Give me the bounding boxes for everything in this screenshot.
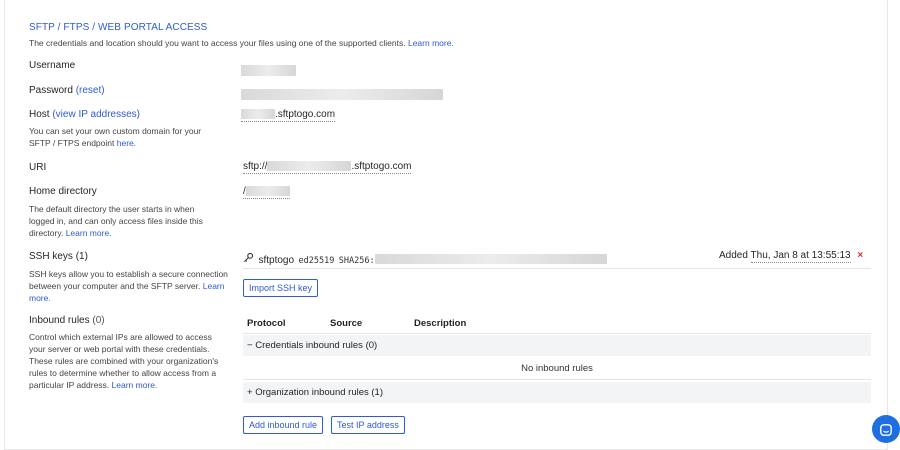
- inbound-rules-label: Inbound rules (0): [29, 315, 105, 326]
- username-label: Username: [29, 60, 76, 71]
- section-title: SFTP / FTPS / WEB PORTAL ACCESS: [29, 22, 208, 33]
- password-label: Password (reset): [29, 85, 105, 96]
- chat-icon: [880, 423, 892, 441]
- ssh-key-type: ed25519: [298, 256, 335, 267]
- home-directory-help: The default directory the user starts in…: [29, 204, 203, 238]
- ssh-key-fingerprint-prefix: SHA256:: [338, 256, 375, 267]
- import-ssh-key-button[interactable]: Import SSH key: [243, 279, 319, 297]
- no-inbound-rules: No inbound rules: [243, 359, 871, 379]
- password-redacted: [241, 89, 443, 101]
- home-redacted: [245, 186, 290, 197]
- host-label: Host (view IP addresses): [29, 109, 140, 120]
- column-description: Description: [414, 318, 467, 329]
- column-source: Source: [330, 318, 363, 329]
- inbound-rules-help: Control which external IPs are allowed t…: [29, 332, 219, 390]
- password-reset-link[interactable]: (reset): [76, 85, 105, 96]
- collapse-icon: −: [247, 340, 253, 351]
- add-inbound-rule-button[interactable]: Add inbound rule: [243, 416, 324, 434]
- ssh-key-name: sftptogo: [258, 255, 295, 267]
- ssh-key-row: sftptogo ed25519 SHA256:: [243, 250, 607, 268]
- home-learn-more-link[interactable]: Learn more.: [66, 228, 112, 238]
- column-protocol: Protocol: [247, 318, 286, 329]
- ssh-key-added: Added Thu, Jan 8 at 13:55:13 ×: [719, 250, 864, 263]
- uri-value[interactable]: sftp://.sftptogo.com: [243, 161, 412, 174]
- uri-label: URI: [29, 162, 47, 173]
- chat-launcher-button[interactable]: [872, 415, 900, 443]
- host-help: You can set your own custom domain for y…: [29, 126, 202, 148]
- ssh-key-fingerprint-redacted: [374, 254, 607, 264]
- ssh-keys-label: SSH keys (1): [29, 251, 88, 262]
- rules-divider: [243, 379, 871, 380]
- test-ip-address-button[interactable]: Test IP address: [331, 416, 405, 434]
- expand-icon: +: [247, 387, 253, 398]
- ssh-divider: [243, 268, 871, 269]
- uri-redacted: [267, 161, 352, 172]
- password-value[interactable]: [241, 86, 443, 104]
- view-ip-addresses-link[interactable]: (view IP addresses): [52, 109, 140, 120]
- host-value[interactable]: .sftptogo.com: [241, 109, 336, 122]
- table-header-divider: [243, 333, 871, 334]
- organization-rules-group-label[interactable]: + Organization inbound rules (1): [247, 387, 383, 398]
- home-directory-value[interactable]: /: [243, 186, 290, 199]
- home-directory-label: Home directory: [29, 186, 97, 197]
- ssh-keys-help: SSH keys allow you to establish a secure…: [29, 269, 228, 303]
- ssh-key-added-date: Thu, Jan 8 at 13:55:13: [750, 250, 851, 263]
- section-learn-more-link[interactable]: Learn more.: [408, 38, 454, 48]
- inbound-learn-more-link[interactable]: Learn more.: [112, 380, 158, 390]
- key-icon: [243, 250, 254, 268]
- section-description: The credentials and location should you …: [29, 38, 454, 48]
- username-value[interactable]: [241, 62, 296, 80]
- delete-ssh-key-icon[interactable]: ×: [857, 250, 863, 261]
- credentials-rules-group-label[interactable]: − Credentials inbound rules (0): [247, 340, 377, 351]
- custom-domain-link[interactable]: here.: [117, 138, 136, 148]
- username-redacted: [241, 65, 296, 77]
- host-redacted: [241, 109, 275, 120]
